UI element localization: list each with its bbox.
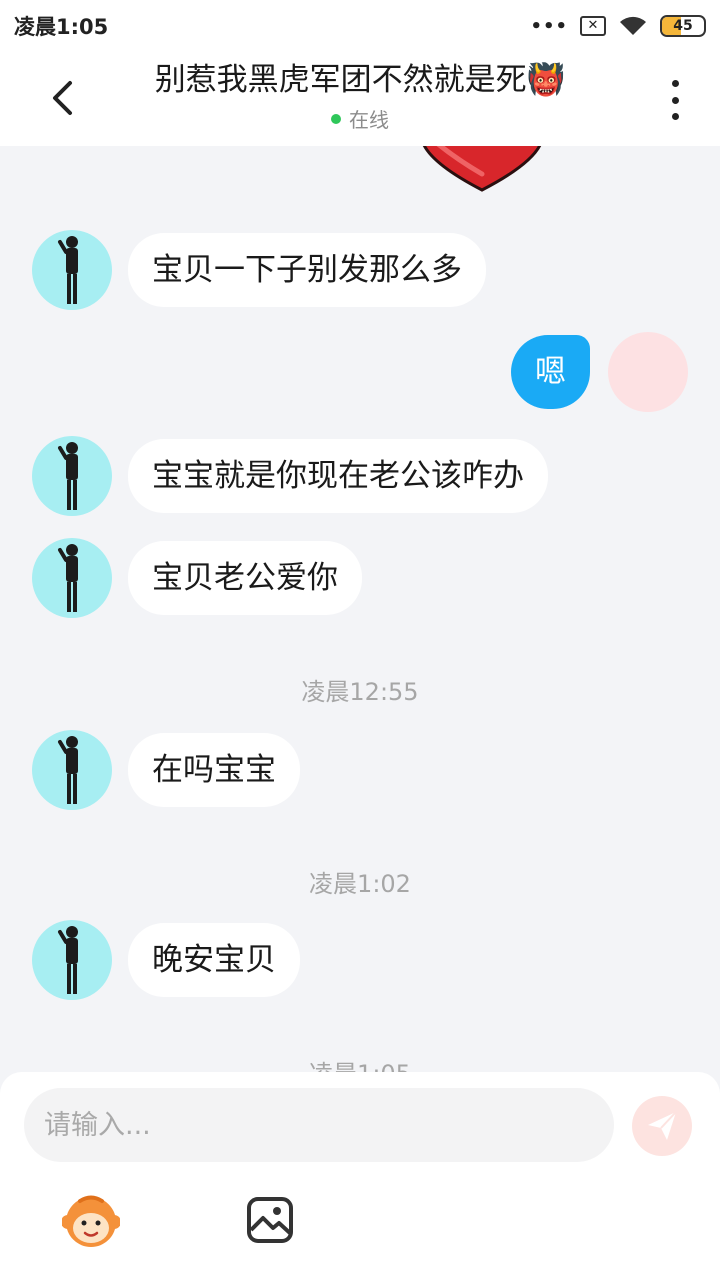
message-row: 宝贝一下子别发那么多 — [32, 230, 486, 310]
avatar-figure-icon — [58, 736, 78, 804]
avatar-figure-icon — [58, 442, 78, 510]
back-button[interactable] — [42, 74, 82, 122]
header-title-block: 别惹我黑虎军团不然就是死👹 在线 — [100, 60, 620, 133]
avatar-figure-icon — [58, 236, 78, 304]
message-bubble[interactable]: 宝宝就是你现在老公该咋办 — [128, 439, 548, 513]
message-bubble[interactable]: 宝贝一下子别发那么多 — [128, 233, 486, 307]
my-message-bubble[interactable]: 嗯 — [511, 335, 590, 409]
message-input[interactable] — [24, 1088, 614, 1162]
contact-name: 别惹我黑虎军团不然就是死 — [154, 62, 527, 98]
message-row: 宝宝就是你现在老公该咋办 — [32, 436, 548, 516]
chat-header: 别惹我黑虎军团不然就是死👹 在线 — [0, 52, 720, 146]
contact-avatar[interactable] — [32, 730, 112, 810]
message-bubble[interactable]: 在吗宝宝 — [128, 733, 300, 807]
time-divider: 凌晨1:02 — [309, 870, 411, 898]
my-avatar[interactable] — [608, 332, 688, 412]
time-divider: 凌晨12:55 — [301, 678, 419, 706]
status-bar: 凌晨1:05 ••• ✕ 45 — [0, 0, 720, 52]
image-icon[interactable] — [246, 1196, 294, 1244]
more-notifications-icon: ••• — [530, 15, 568, 37]
monkey-emoji-icon[interactable] — [62, 1192, 120, 1250]
wifi-icon — [620, 16, 646, 35]
page-title: 别惹我黑虎军团不然就是死👹 — [100, 60, 620, 100]
online-dot-icon — [331, 113, 341, 124]
message-row: 晚安宝贝 — [32, 920, 300, 1000]
message-bubble[interactable]: 晚安宝贝 — [128, 923, 300, 997]
contact-avatar[interactable] — [32, 538, 112, 618]
heart-sticker — [422, 146, 542, 192]
avatar-figure-icon — [58, 926, 78, 994]
contact-avatar[interactable] — [32, 230, 112, 310]
more-vertical-icon — [671, 80, 679, 87]
chevron-left-icon — [53, 81, 72, 115]
battery-icon: 45 — [660, 15, 706, 37]
status-time: 凌晨1:05 — [14, 15, 109, 39]
contact-avatar[interactable] — [32, 920, 112, 1000]
message-row: 在吗宝宝 — [32, 730, 300, 810]
status-icons: ••• ✕ 45 — [530, 15, 706, 37]
send-icon — [648, 1111, 677, 1140]
ogre-emoji-icon: 👹 — [526, 62, 566, 98]
battery-level: 45 — [673, 18, 693, 34]
contact-avatar[interactable] — [32, 436, 112, 516]
online-status: 在线 — [100, 104, 620, 133]
more-options-button[interactable] — [660, 80, 690, 120]
no-sim-icon: ✕ — [580, 16, 606, 36]
avatar-figure-icon — [58, 544, 78, 612]
message-row-self: 嗯 — [511, 332, 688, 412]
chat-screen: 凌晨1:05 ••• ✕ 45 别惹我黑虎军团不然就是死👹 在线 宝贝一下子别发… — [0, 0, 720, 1280]
message-row: 宝贝老公爱你 — [32, 538, 362, 618]
message-list[interactable]: 宝贝一下子别发那么多 嗯 宝宝就是你现在老公该咋办 宝贝老公爱你 凌晨12:55… — [0, 146, 720, 1076]
online-status-text: 在线 — [349, 108, 389, 132]
send-button[interactable] — [632, 1096, 692, 1156]
message-bubble[interactable]: 宝贝老公爱你 — [128, 541, 362, 615]
composer-panel — [0, 1072, 720, 1280]
